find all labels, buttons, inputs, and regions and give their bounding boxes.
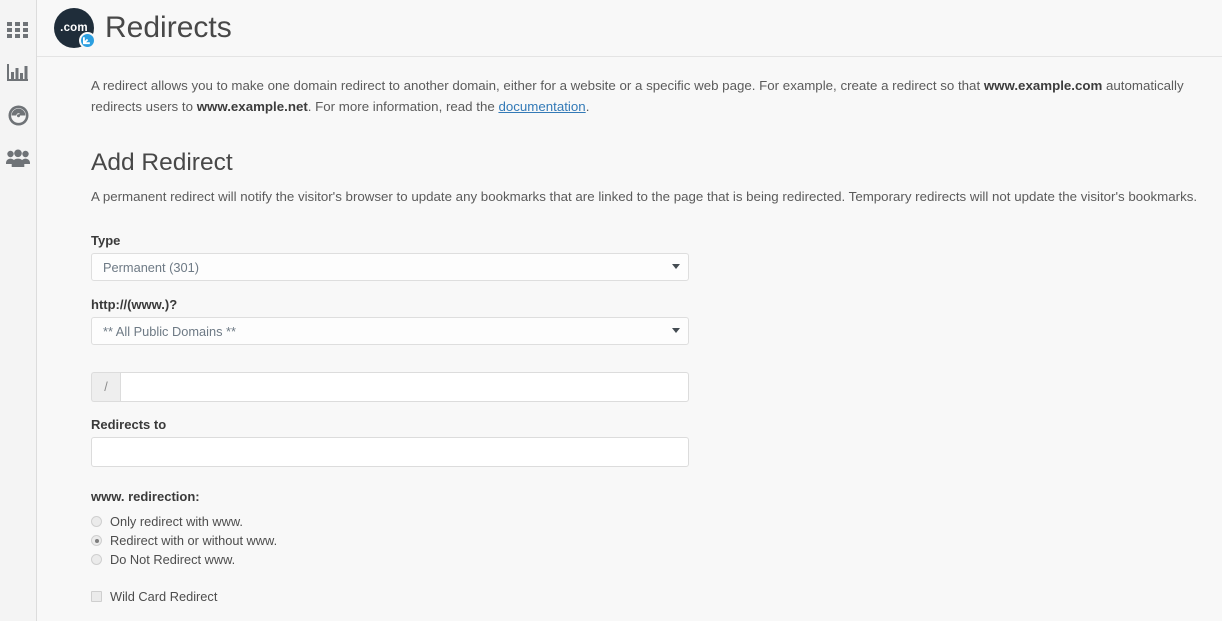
redirects-app-logo: .com bbox=[54, 8, 94, 48]
radio-label: Do Not Redirect www. bbox=[110, 552, 235, 567]
domain-select-value: ** All Public Domains ** bbox=[103, 324, 236, 339]
radio-label: Only redirect with www. bbox=[110, 514, 243, 529]
sidebar-item-dashboard[interactable] bbox=[0, 94, 37, 137]
sidebar-item-user-manager[interactable] bbox=[0, 137, 37, 180]
users-group-icon bbox=[6, 149, 30, 168]
sidebar bbox=[0, 0, 37, 621]
bar-chart-icon bbox=[7, 63, 29, 82]
type-select[interactable]: Permanent (301) bbox=[91, 253, 689, 281]
page-header: .com Redirects bbox=[37, 0, 1222, 57]
redirects-page: .com Redirects A redirect allows you to … bbox=[0, 0, 1222, 621]
radio-icon bbox=[91, 554, 102, 565]
domain-select[interactable]: ** All Public Domains ** bbox=[91, 317, 689, 345]
path-slash-prefix: / bbox=[91, 372, 120, 402]
radio-do-not-redirect-www[interactable]: Do Not Redirect www. bbox=[91, 551, 1198, 568]
redirect-arrow-icon bbox=[79, 32, 96, 49]
radio-icon bbox=[91, 516, 102, 527]
path-input[interactable] bbox=[120, 372, 689, 402]
spacer bbox=[91, 361, 1198, 372]
redirects-to-label: Redirects to bbox=[91, 417, 1198, 432]
redirects-to-input[interactable] bbox=[91, 437, 689, 467]
intro-text-3: . For more information, read the bbox=[308, 99, 499, 114]
sidebar-item-statistics[interactable] bbox=[0, 51, 37, 94]
type-select-value: Permanent (301) bbox=[103, 260, 199, 275]
domain-select-wrap: ** All Public Domains ** bbox=[91, 317, 689, 345]
add-redirect-heading: Add Redirect bbox=[91, 150, 1198, 177]
content-body: A redirect allows you to make one domain… bbox=[37, 57, 1222, 621]
checkbox-icon bbox=[91, 591, 102, 602]
radio-with-or-without-www[interactable]: Redirect with or without www. bbox=[91, 532, 1198, 549]
wildcard-redirect-label: Wild Card Redirect bbox=[110, 589, 217, 604]
intro-paragraph: A redirect allows you to make one domain… bbox=[91, 76, 1198, 117]
page-title: Redirects bbox=[105, 13, 232, 43]
type-label: Type bbox=[91, 233, 1198, 248]
documentation-link[interactable]: documentation bbox=[498, 99, 585, 114]
intro-example-com: www.example.com bbox=[984, 78, 1102, 93]
type-select-wrap: Permanent (301) bbox=[91, 253, 689, 281]
intro-text-1: A redirect allows you to make one domain… bbox=[91, 78, 984, 93]
add-redirect-description: A permanent redirect will notify the vis… bbox=[91, 187, 1198, 207]
wildcard-redirect-checkbox-row[interactable]: Wild Card Redirect bbox=[91, 589, 1198, 604]
www-redirection-radio-group: Only redirect with www. Redirect with or… bbox=[91, 513, 1198, 568]
radio-only-with-www[interactable]: Only redirect with www. bbox=[91, 513, 1198, 530]
intro-text-4: . bbox=[586, 99, 590, 114]
www-redirection-label: www. redirection: bbox=[91, 489, 1198, 504]
intro-example-net: www.example.net bbox=[197, 99, 308, 114]
sidebar-item-apps-grid[interactable] bbox=[0, 8, 37, 51]
grid-icon bbox=[7, 22, 29, 38]
gauge-icon bbox=[8, 105, 29, 126]
path-input-group: / bbox=[91, 372, 689, 402]
main-content: .com Redirects A redirect allows you to … bbox=[37, 0, 1222, 621]
domain-label: http://(www.)? bbox=[91, 297, 1198, 312]
radio-label: Redirect with or without www. bbox=[110, 533, 277, 548]
radio-icon-selected bbox=[91, 535, 102, 546]
